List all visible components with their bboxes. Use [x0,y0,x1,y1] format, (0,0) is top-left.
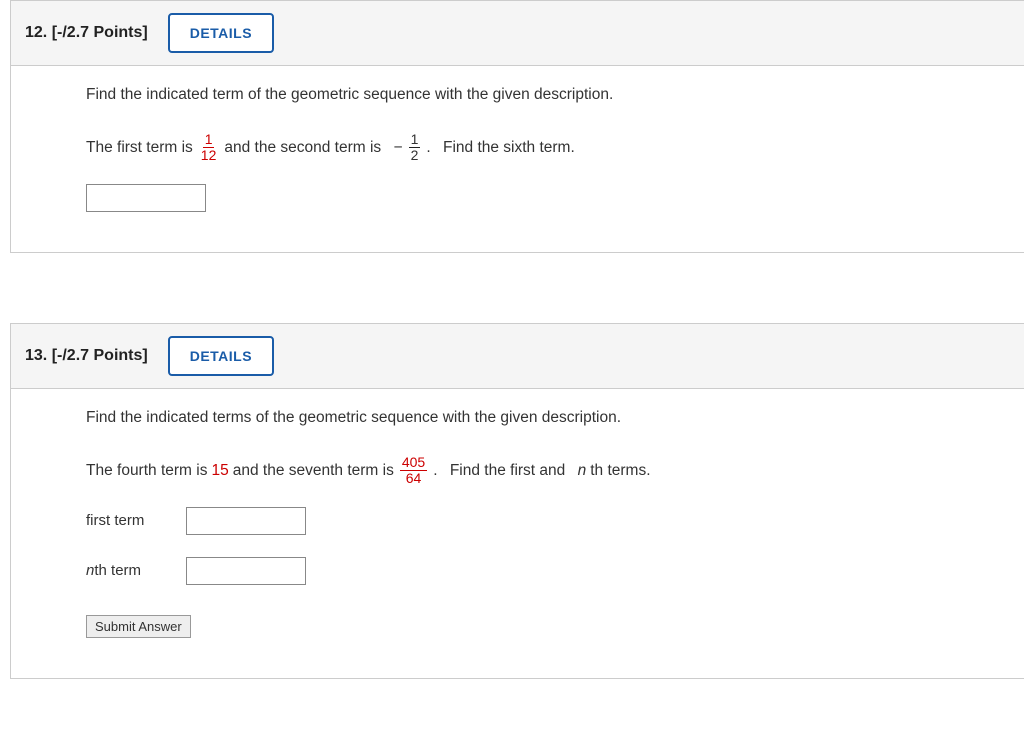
answer-area [86,184,999,212]
answer-input-first-term[interactable] [186,507,306,535]
period: . [433,462,437,480]
period: . [426,139,430,157]
nth-rest: th term [94,562,141,579]
question-number-points: 13. [-/2.7 Points] [25,347,148,365]
answer-input-nth-term[interactable] [186,557,306,585]
question-13: 13. [-/2.7 Points] DETAILS Find the indi… [10,323,1024,679]
question-body: Find the indicated term of the geometric… [11,66,1024,252]
text-segment: and the second term is [224,139,381,157]
nth-n: n [578,462,587,480]
question-header: 13. [-/2.7 Points] DETAILS [11,324,1024,389]
question-12: 12. [-/2.7 Points] DETAILS Find the indi… [10,0,1024,253]
answer-row-first-term: first term [86,507,999,535]
details-button[interactable]: DETAILS [168,13,274,53]
fraction-numerator: 405 [400,455,427,471]
question-number-points: 12. [-/2.7 Points] [25,24,148,42]
question-points: [-/2.7 Points] [52,347,148,364]
nth-term-label: nth term [86,562,166,579]
question-header: 12. [-/2.7 Points] DETAILS [11,1,1024,66]
submit-area: Submit Answer [86,615,999,638]
instruction-text: Find the indicated terms of the geometri… [86,409,999,427]
value-fourth-term: 15 [211,462,228,480]
problem-statement: The first term is 1 12 and the second te… [86,132,999,164]
text-segment: th terms. [590,462,650,480]
fraction-seventh-term: 405 64 [400,455,427,487]
fraction-first-term: 1 12 [199,132,219,164]
fraction-denominator: 2 [409,148,421,163]
instruction-text: Find the indicated term of the geometric… [86,86,999,104]
submit-answer-button[interactable]: Submit Answer [86,615,191,638]
text-segment: and the seventh term is [233,462,394,480]
text-segment: The first term is [86,139,193,157]
fraction-denominator: 12 [199,148,219,163]
text-segment: Find the first and [450,462,565,480]
first-term-label: first term [86,512,166,529]
question-number: 12. [25,24,47,41]
question-points: [-/2.7 Points] [52,24,148,41]
text-segment: The fourth term is [86,462,207,480]
problem-statement: The fourth term is 15 and the seventh te… [86,455,999,487]
fraction-second-term: 1 2 [409,132,421,164]
fraction-numerator: 1 [203,132,215,148]
minus-sign: − [394,139,403,157]
question-body: Find the indicated terms of the geometri… [11,389,1024,678]
fraction-denominator: 64 [404,471,424,486]
details-button[interactable]: DETAILS [168,336,274,376]
fraction-numerator: 1 [409,132,421,148]
text-segment: Find the sixth term. [443,139,575,157]
answer-row-nth-term: nth term [86,557,999,585]
answer-input-sixth-term[interactable] [86,184,206,212]
question-number: 13. [25,347,47,364]
